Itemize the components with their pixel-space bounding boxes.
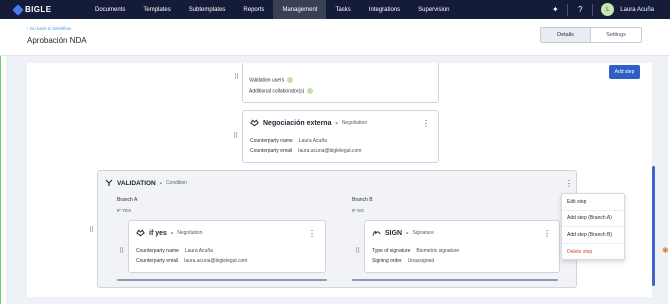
counterparty-email-row: Counterparty email laura.acuna@biglelega… [136, 258, 247, 264]
handshake-icon [136, 229, 145, 237]
negotiation-card-title: Negociación externa - Negotiation [250, 119, 367, 127]
menu-item-add-step-branch-a[interactable]: Add step (Branch A) [562, 211, 624, 227]
avatar[interactable]: L [601, 3, 615, 16]
field-key: Counterparty name [250, 138, 293, 144]
field-value: laura.acuna@biglelegal.com [298, 148, 362, 154]
field-value: Laura Acuña [298, 138, 327, 144]
menu-item-delete-step[interactable]: Delete step [562, 244, 624, 261]
nav-item-reports[interactable]: Reports [234, 0, 273, 19]
drag-handle-icon[interactable]: ⠿ [89, 226, 94, 234]
branch-b-step-card[interactable]: SIGN - Signature ⋮ Type of signature Bio… [364, 220, 560, 273]
branch-a-label: Branch A [117, 197, 138, 203]
drag-handle-icon[interactable]: ⠿ [355, 247, 360, 255]
status-badge [287, 77, 294, 83]
branch-a-step-card[interactable]: if yes - Negotiation ⋮ Counterparty name… [128, 220, 326, 273]
page-title: Aprobación NDA [27, 36, 87, 45]
handshake-icon [250, 119, 259, 127]
nav-item-integrations[interactable]: Integrations [360, 0, 409, 19]
field-key: Counterparty email [136, 258, 179, 264]
branch-b-card-title: SIGN - Signature [372, 229, 434, 237]
validation-step-card[interactable]: ⠿ Validation users Additional collaborat… [234, 63, 439, 103]
condition-title: VALIDATION - Condition [105, 179, 187, 187]
card-title: Negociación externa [263, 119, 332, 127]
nav-item-subtemplates[interactable]: Subtemplates [180, 0, 235, 19]
title-dash: - [159, 179, 162, 187]
nav-item-management[interactable]: Management [273, 0, 327, 19]
negotiation-step-card[interactable]: Negociación externa - Negotiation ⋮ Coun… [242, 110, 439, 163]
help-icon[interactable]: ? [572, 5, 588, 14]
menu-item-edit-step[interactable]: Edit step [562, 194, 624, 211]
nav-item-documents[interactable]: Documents [86, 0, 134, 19]
bigle-logo-icon [12, 3, 24, 16]
page-header: ‹ Go back to Workflow Aprobación NDA Det… [0, 19, 670, 56]
counterparty-name-row: Counterparty name Laura Acuña [250, 138, 327, 144]
drag-handle-icon[interactable]: ⠿ [233, 132, 238, 140]
counterparty-name-row: Counterparty name Laura Acuña [136, 248, 213, 254]
counterparty-email-row: Counterparty email laura.acuna@biglelega… [250, 148, 361, 154]
field-value: Laura Acuña [184, 248, 213, 254]
signature-icon [372, 230, 381, 236]
canvas-scrollbar[interactable] [652, 166, 655, 286]
nav-divider [592, 3, 594, 16]
kebab-menu-icon[interactable]: ⋮ [422, 120, 430, 128]
step-context-menu: Edit step Add step (Branch A) Add step (… [561, 193, 625, 260]
back-link-label: Go back to Workflow [29, 26, 72, 31]
additional-collaborators-row: Additional collaborator(s) [249, 88, 314, 95]
brand-name: BIGLE [25, 5, 52, 14]
field-key: Signing order [372, 258, 402, 264]
add-step-button[interactable]: Add step [609, 65, 640, 79]
field-key: Counterparty name [136, 248, 179, 254]
branch-b-scrollbar[interactable] [352, 279, 558, 281]
field-key: Counterparty email [250, 148, 293, 154]
branch-a-scrollbar[interactable] [117, 279, 327, 281]
title-dash: - [335, 119, 338, 127]
branch-icon [105, 179, 113, 186]
user-name[interactable]: Laura Acuña [620, 7, 654, 13]
kebab-menu-icon[interactable]: ⋮ [308, 230, 316, 238]
branch-a-rule: IF YES [117, 208, 132, 213]
drag-handle-icon[interactable]: ⠿ [119, 247, 124, 255]
field-value: laura.acuna@biglelegal.com [184, 258, 248, 264]
tab-group: Details Settings [540, 27, 642, 43]
card-type: Negotiation [341, 120, 368, 126]
nav-item-templates[interactable]: Templates [134, 0, 179, 19]
nav-item-supervision[interactable]: Supervision [409, 0, 458, 19]
tab-settings[interactable]: Settings [591, 28, 641, 42]
signing-order-row: Signing order Unassigned [372, 258, 434, 264]
brand-logo[interactable]: BIGLE [12, 3, 86, 16]
title-dash: - [170, 229, 174, 237]
menu-item-add-step-branch-b[interactable]: Add step (Branch B) [562, 227, 624, 244]
top-navbar: BIGLE Documents Templates Subtemplates R… [0, 0, 670, 19]
validation-users-row: Validation users [249, 77, 294, 84]
branch-a-card-title: if yes - Negotiation [136, 229, 203, 237]
help-widget-icon[interactable]: ✱ [662, 246, 669, 255]
branch-b-label: Branch B [352, 197, 373, 203]
card-title: if yes [149, 229, 167, 237]
field-value: Unassigned [407, 258, 435, 264]
sparkle-icon[interactable]: ✦ [547, 5, 563, 14]
additional-collaborators-label: Additional collaborator(s) [249, 88, 305, 95]
card-type: Negotiation [177, 230, 203, 236]
kebab-menu-icon[interactable]: ⋮ [565, 180, 573, 188]
branch-b-rule: IF NO [352, 208, 364, 213]
title-dash: - [406, 229, 409, 237]
signature-type-row: Type of signature Biometric signature [372, 248, 459, 254]
drag-handle-icon[interactable]: ⠿ [234, 73, 239, 81]
field-key: Type of signature [372, 248, 411, 254]
kebab-menu-icon[interactable]: ⋮ [543, 230, 551, 238]
card-title: SIGN [385, 229, 403, 237]
nav-item-tasks[interactable]: Tasks [326, 0, 359, 19]
condition-name: VALIDATION [117, 179, 156, 187]
nav-divider [567, 3, 569, 16]
left-accent-edge [0, 56, 1, 304]
card-type: Signature [412, 230, 434, 236]
status-badge [307, 88, 314, 94]
condition-type: Condition [165, 180, 188, 186]
field-value: Biometric signature [416, 248, 460, 254]
validation-users-label: Validation users [249, 77, 285, 84]
tab-details[interactable]: Details [541, 28, 591, 42]
back-link[interactable]: ‹ Go back to Workflow [27, 26, 71, 31]
